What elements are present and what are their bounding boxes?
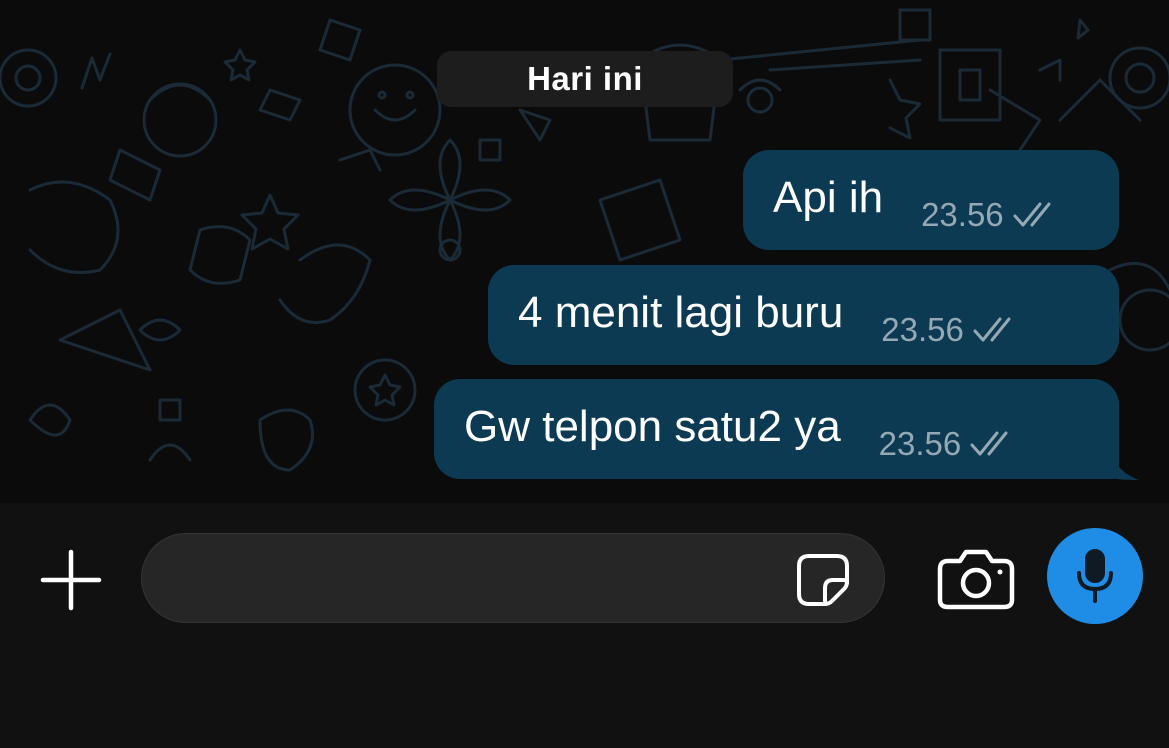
outgoing-message-bubble[interactable]: 4 menit lagi buru 23.56 — [488, 265, 1119, 365]
outgoing-message-bubble[interactable]: Gw telpon satu2 ya 23.56 — [434, 379, 1119, 479]
message-meta: 23.56 — [881, 311, 1020, 349]
date-separator: Hari ini — [437, 51, 733, 107]
message-input-field[interactable] — [141, 533, 885, 624]
microphone-icon — [1077, 549, 1113, 603]
voice-record-button[interactable] — [1047, 528, 1143, 624]
sticker-icon[interactable] — [793, 550, 853, 610]
bubble-tail — [1103, 440, 1139, 480]
plus-icon[interactable] — [35, 544, 107, 616]
double-check-icon — [973, 317, 1011, 342]
message-text: Api ih — [773, 173, 884, 222]
message-timestamp: 23.56 — [921, 196, 1004, 233]
message-timestamp: 23.56 — [878, 425, 962, 462]
message-text: 4 menit lagi buru — [518, 288, 844, 337]
chat-area[interactable]: Hari ini Api ih 23.56 4 menit lagi buru … — [0, 0, 1169, 503]
camera-icon[interactable] — [936, 545, 1016, 611]
double-check-icon — [970, 431, 1008, 456]
message-meta: 23.56 — [879, 425, 1018, 463]
outgoing-message-bubble[interactable]: Api ih 23.56 — [743, 150, 1119, 250]
message-timestamp: 23.56 — [881, 311, 964, 348]
message-input[interactable] — [172, 534, 796, 624]
double-check-icon — [1013, 202, 1051, 227]
message-composer-bar — [0, 503, 1169, 748]
message-meta: 23.56 — [921, 196, 1060, 234]
message-text: Gw telpon satu2 ya — [464, 402, 841, 451]
